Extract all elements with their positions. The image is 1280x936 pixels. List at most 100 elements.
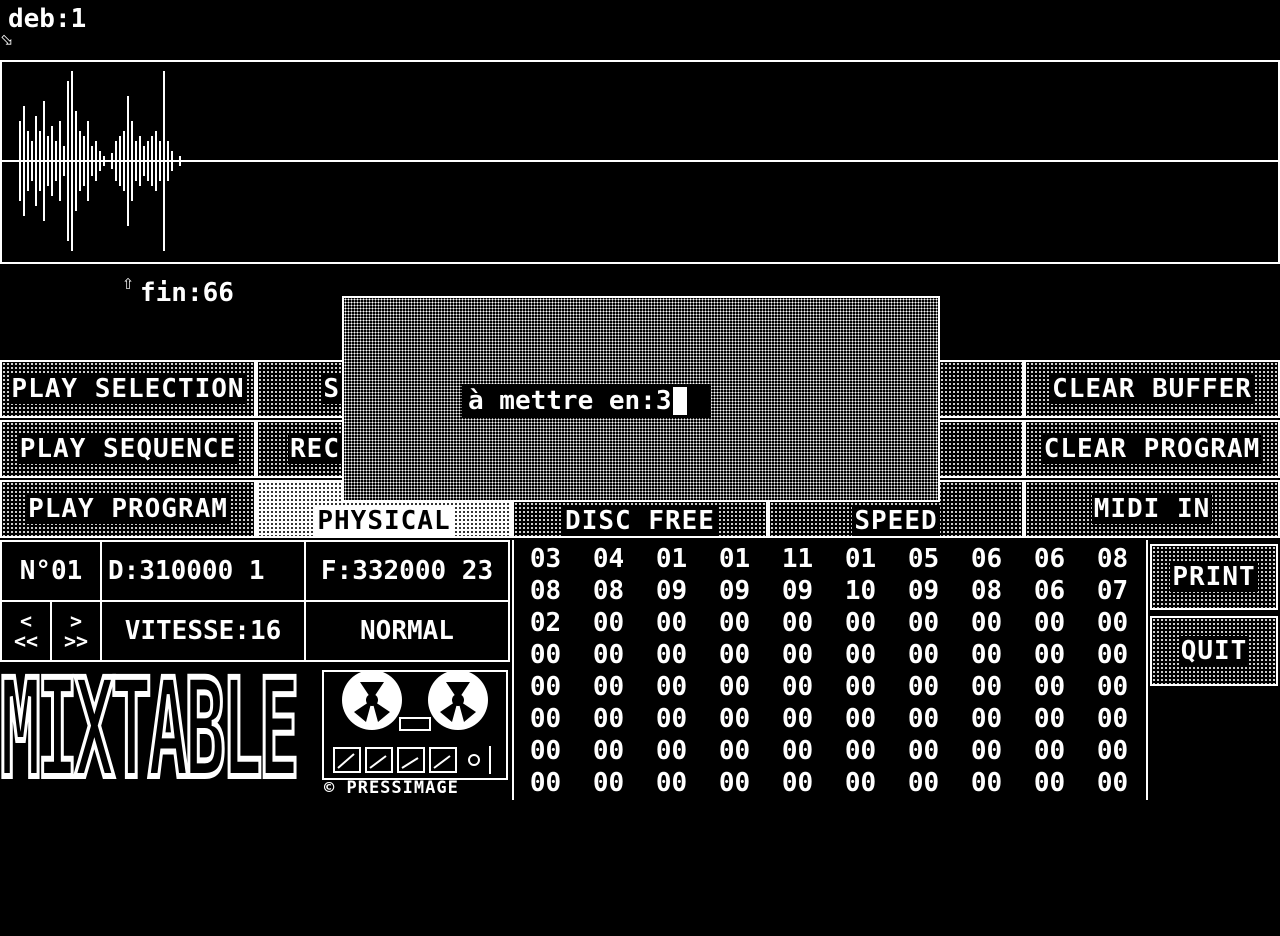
rec-button[interactable]: REC — [256, 420, 344, 478]
waveform-svg — [2, 71, 1278, 251]
grid-cell[interactable]: 08 — [514, 576, 577, 608]
grid-cell[interactable]: 09 — [703, 576, 766, 608]
grid-cell[interactable]: 00 — [829, 704, 892, 736]
grid-cell[interactable]: 00 — [1018, 640, 1081, 672]
grid-cell[interactable]: 00 — [1018, 608, 1081, 640]
grid-cell[interactable]: 00 — [640, 704, 703, 736]
dialog-input-row[interactable]: à mettre en: 3 — [462, 384, 711, 418]
play-program-button[interactable]: PLAY PROGRAM — [0, 480, 256, 538]
grid-cell[interactable]: 01 — [829, 544, 892, 576]
grid-cell[interactable]: 08 — [1081, 544, 1144, 576]
grid-cell[interactable]: 03 — [514, 544, 577, 576]
grid-cell[interactable]: 01 — [703, 544, 766, 576]
grid-cell[interactable]: 00 — [1018, 672, 1081, 704]
grid-cell[interactable]: 00 — [640, 672, 703, 704]
grid-cell[interactable]: 00 — [514, 736, 577, 768]
mixtable-logo: MIXTABLE — [0, 660, 318, 802]
waveform-display[interactable] — [0, 60, 1280, 264]
grid-cell[interactable]: 00 — [1018, 704, 1081, 736]
grid-cell[interactable]: 00 — [703, 704, 766, 736]
grid-cell[interactable]: 00 — [514, 672, 577, 704]
grid-cell[interactable]: 00 — [1081, 768, 1144, 800]
grid-cell[interactable]: 00 — [1081, 704, 1144, 736]
grid-cell[interactable]: 06 — [1018, 576, 1081, 608]
grid-cell[interactable]: 00 — [892, 736, 955, 768]
grid-cell[interactable]: 00 — [1081, 608, 1144, 640]
grid-cell[interactable]: 00 — [577, 736, 640, 768]
grid-cell[interactable]: 09 — [766, 576, 829, 608]
grid-cell[interactable]: 00 — [892, 704, 955, 736]
grid-cell[interactable]: 00 — [640, 736, 703, 768]
grid-cell[interactable]: 00 — [577, 704, 640, 736]
grid-cell[interactable]: 00 — [766, 736, 829, 768]
clear-buffer-button[interactable]: CLEAR BUFFER — [1024, 360, 1280, 418]
quit-button[interactable]: QUIT — [1150, 616, 1278, 686]
grid-cell[interactable]: 00 — [514, 640, 577, 672]
grid-cell[interactable]: 00 — [1081, 672, 1144, 704]
grid-cell[interactable]: 07 — [1081, 576, 1144, 608]
grid-cell[interactable]: 00 — [829, 608, 892, 640]
grid-cell[interactable]: 00 — [829, 640, 892, 672]
grid-cell[interactable]: 02 — [514, 608, 577, 640]
grid-cell[interactable]: 00 — [892, 768, 955, 800]
grid-cell[interactable]: 00 — [703, 736, 766, 768]
grid-row: 08 08 09 09 09 10 09 08 06 07 — [514, 576, 1144, 608]
grid-cell[interactable]: 00 — [703, 608, 766, 640]
grid-cell[interactable]: 00 — [703, 672, 766, 704]
play-selection-button[interactable]: PLAY SELECTION — [0, 360, 256, 418]
grid-cell[interactable]: 00 — [514, 704, 577, 736]
grid-cell[interactable]: 00 — [514, 768, 577, 800]
midi-in-button[interactable]: MIDI IN — [1024, 480, 1280, 538]
grid-cell[interactable]: 08 — [577, 576, 640, 608]
grid-cell[interactable]: 00 — [766, 704, 829, 736]
grid-cell[interactable]: 00 — [1081, 640, 1144, 672]
grid-cell[interactable]: 00 — [1018, 768, 1081, 800]
grid-cell[interactable]: 04 — [577, 544, 640, 576]
grid-cell[interactable]: 09 — [892, 576, 955, 608]
grid-cell[interactable]: 00 — [640, 640, 703, 672]
s-button[interactable]: S — [256, 360, 344, 418]
grid-cell[interactable]: 00 — [766, 768, 829, 800]
grid-cell[interactable]: 10 — [829, 576, 892, 608]
grid-cell[interactable]: 00 — [703, 768, 766, 800]
grid-cell[interactable]: 00 — [577, 768, 640, 800]
grid-cell[interactable]: 00 — [1081, 736, 1144, 768]
grid-cell[interactable]: 06 — [1018, 544, 1081, 576]
clear-program-button[interactable]: CLEAR PROGRAM — [1024, 420, 1280, 478]
grid-cell[interactable]: 00 — [955, 608, 1018, 640]
grid-cell[interactable]: 00 — [955, 768, 1018, 800]
dialog-value[interactable]: 3 — [656, 386, 672, 416]
grid-cell[interactable]: 00 — [955, 736, 1018, 768]
right-blank-button-1[interactable] — [938, 360, 1024, 418]
mode-value[interactable]: NORMAL — [304, 600, 510, 662]
grid-cell[interactable]: 00 — [640, 608, 703, 640]
grid-cell[interactable]: 00 — [829, 672, 892, 704]
grid-cell[interactable]: 00 — [892, 608, 955, 640]
grid-cell[interactable]: 00 — [829, 768, 892, 800]
grid-cell[interactable]: 09 — [640, 576, 703, 608]
end-marker-icon: ⇧ — [122, 270, 135, 294]
grid-cell[interactable]: 08 — [955, 576, 1018, 608]
grid-cell[interactable]: 00 — [955, 672, 1018, 704]
grid-cell[interactable]: 00 — [1018, 736, 1081, 768]
play-sequence-button[interactable]: PLAY SEQUENCE — [0, 420, 256, 478]
grid-cell[interactable]: 00 — [892, 640, 955, 672]
grid-cell[interactable]: 00 — [892, 672, 955, 704]
print-button[interactable]: PRINT — [1150, 544, 1278, 610]
grid-cell[interactable]: 00 — [955, 704, 1018, 736]
grid-cell[interactable]: 00 — [766, 672, 829, 704]
grid-cell[interactable]: 00 — [577, 608, 640, 640]
grid-cell[interactable]: 00 — [829, 736, 892, 768]
grid-cell[interactable]: 00 — [955, 640, 1018, 672]
grid-cell[interactable]: 00 — [703, 640, 766, 672]
grid-cell[interactable]: 11 — [766, 544, 829, 576]
grid-cell[interactable]: 05 — [892, 544, 955, 576]
grid-cell[interactable]: 01 — [640, 544, 703, 576]
grid-cell[interactable]: 00 — [766, 608, 829, 640]
grid-cell[interactable]: 06 — [955, 544, 1018, 576]
right-blank-button-2[interactable] — [938, 420, 1024, 478]
grid-cell[interactable]: 00 — [766, 640, 829, 672]
grid-cell[interactable]: 00 — [577, 640, 640, 672]
grid-cell[interactable]: 00 — [577, 672, 640, 704]
grid-cell[interactable]: 00 — [640, 768, 703, 800]
